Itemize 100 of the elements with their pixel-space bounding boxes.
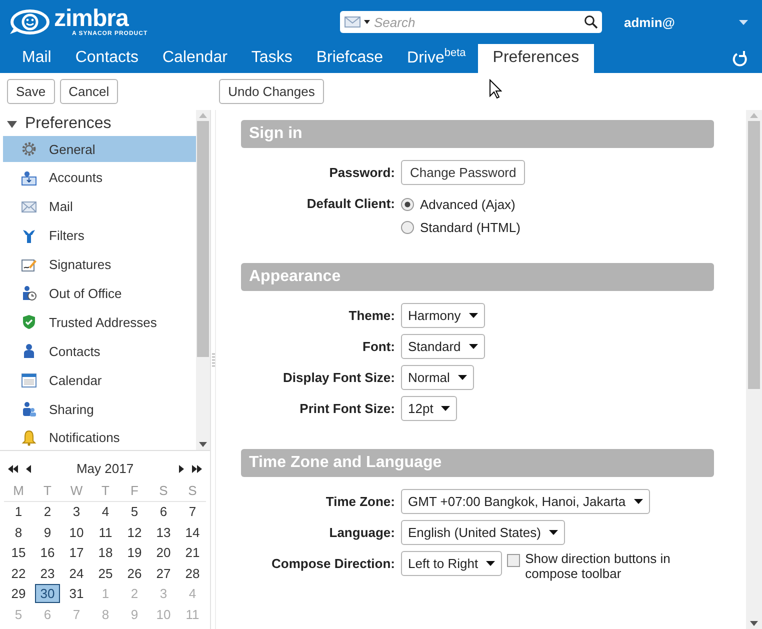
sidebar-item[interactable]: Sharing (3, 396, 196, 422)
calendar-day[interactable]: 13 (151, 522, 176, 542)
dropdown[interactable]: GMT +07:00 Bangkok, Hanoi, Jakarta (401, 489, 650, 514)
calendar-day[interactable]: 9 (38, 522, 56, 542)
caret-icon (468, 344, 478, 349)
sidebar-item[interactable]: Mail (3, 194, 196, 220)
caret-icon (468, 313, 478, 318)
refresh-icon[interactable] (732, 51, 748, 67)
app-tab[interactable]: Tasks (239, 44, 304, 73)
dropdown[interactable]: 12pt (401, 396, 458, 421)
double-right-arrow-icon[interactable] (192, 464, 202, 472)
app-tab[interactable]: Mail (10, 44, 64, 73)
search-icon[interactable] (584, 15, 598, 29)
calendar-day[interactable]: 4 (96, 502, 114, 522)
app-tab[interactable]: Briefcase (304, 44, 396, 73)
calendar-day[interactable]: 24 (64, 564, 89, 583)
calendar-day[interactable]: 22 (6, 564, 31, 583)
field-label: Print Font Size: (298, 400, 396, 416)
sidebar-item[interactable]: Signatures (3, 252, 196, 278)
scroll-down-icon[interactable] (750, 621, 758, 626)
dropdown[interactable]: Left to Right (401, 551, 502, 576)
logo-wordmark: zimbra (54, 7, 129, 31)
field-label: Theme: (348, 307, 396, 323)
sidebar-item[interactable]: Out of Office (3, 280, 196, 306)
search-bar[interactable]: Search (340, 11, 602, 33)
weekday-label: M (13, 482, 24, 498)
caret-icon (486, 561, 496, 566)
left-arrow-icon[interactable] (26, 464, 31, 472)
radio-label[interactable]: Advanced (Ajax) (420, 197, 516, 212)
app-tab[interactable]: Contacts (63, 44, 150, 73)
toolbar-button[interactable]: Cancel (60, 79, 118, 104)
toolbar-button[interactable]: Save (7, 79, 55, 104)
expand-arrow-icon[interactable] (7, 119, 17, 129)
calendar-day[interactable]: 29 (6, 584, 31, 604)
sidebar-item[interactable]: Notifications (3, 424, 196, 451)
calendar-day[interactable]: 3 (68, 502, 86, 522)
calendar-day[interactable]: 2 (38, 502, 56, 522)
person-envelope-icon (21, 170, 37, 186)
scrollbar[interactable] (746, 110, 762, 629)
sidebar-item[interactable]: Calendar (3, 367, 196, 394)
envelope-icon[interactable] (344, 15, 370, 29)
app-tab[interactable]: Preferences (478, 44, 594, 73)
dropdown[interactable]: Harmony (401, 303, 485, 328)
radio-button[interactable] (401, 221, 414, 234)
calendar-day[interactable]: 17 (64, 543, 89, 562)
calendar-day[interactable]: 27 (151, 564, 176, 583)
field-label: Display Font Size: (282, 369, 396, 385)
calendar-day[interactable]: 20 (151, 543, 176, 562)
calendar-day[interactable]: 28 (180, 564, 205, 583)
undo-button[interactable]: Undo Changes (219, 79, 324, 104)
calendar-day[interactable]: 21 (180, 543, 205, 562)
checkbox-label[interactable]: Show direction buttons in compose toolbar (525, 551, 706, 581)
month-title: May 2017 (75, 461, 135, 476)
sidebar-item[interactable]: Trusted Addresses (3, 309, 196, 336)
calendar-day[interactable]: 18 (93, 543, 118, 562)
field-label: Language: (328, 524, 396, 540)
checkbox[interactable] (507, 554, 520, 567)
calendar-day[interactable]: 5 (126, 502, 144, 522)
calendar-day[interactable]: 1 (10, 502, 28, 522)
radio-button[interactable] (401, 198, 414, 211)
person-clock-icon (21, 285, 37, 302)
right-arrow-icon[interactable] (179, 464, 184, 472)
caret-icon (634, 499, 643, 504)
gear-icon (21, 141, 37, 157)
splitter-grip-icon[interactable] (212, 352, 214, 366)
calendar-day[interactable]: 11 (94, 522, 118, 542)
scrollbar[interactable] (196, 110, 210, 450)
calendar-day[interactable]: 31 (64, 584, 89, 604)
app-tab[interactable]: Calendar (150, 44, 240, 73)
calendar-day[interactable]: 8 (10, 522, 28, 542)
sidebar-item[interactable]: Contacts (3, 338, 196, 364)
field-label: Password: (328, 164, 396, 180)
user-menu[interactable]: admin@ (624, 14, 675, 30)
tree-title[interactable]: Preferences (25, 115, 112, 133)
change-password-button[interactable]: Change Password (401, 160, 526, 185)
calendar-day[interactable]: 7 (184, 502, 202, 522)
dropdown[interactable]: Standard (401, 334, 485, 359)
calendar-day[interactable]: 25 (93, 564, 118, 583)
sidebar-item[interactable]: Accounts (3, 164, 196, 191)
calendar-day[interactable]: 16 (35, 543, 60, 562)
calendar-day[interactable]: 19 (122, 543, 147, 562)
double-left-arrow-icon[interactable] (8, 464, 18, 472)
calendar-day[interactable]: 6 (154, 502, 172, 522)
calendar-day[interactable]: 26 (122, 564, 147, 583)
calendar-day[interactable]: 15 (6, 543, 31, 562)
calendar-day[interactable]: 23 (35, 564, 60, 583)
calendar-day[interactable]: 10 (64, 522, 89, 542)
app-tab[interactable]: Drive$^{beta}$ (395, 40, 478, 73)
calendar-day[interactable]: 12 (122, 522, 147, 542)
bell-icon (21, 430, 37, 446)
sidebar-item[interactable]: General (3, 136, 196, 162)
sidebar-item[interactable]: Filters (3, 222, 196, 249)
scroll-down-icon[interactable] (199, 442, 207, 447)
field-label: Default Client: (306, 195, 396, 211)
dropdown[interactable]: English (United States) (401, 520, 565, 545)
radio-label[interactable]: Standard (HTML) (420, 220, 520, 235)
calendar-day[interactable]: 14 (180, 522, 205, 542)
calendar-day[interactable]: 30 (35, 584, 60, 604)
caret-icon[interactable] (739, 20, 748, 24)
dropdown[interactable]: Normal (401, 365, 474, 390)
